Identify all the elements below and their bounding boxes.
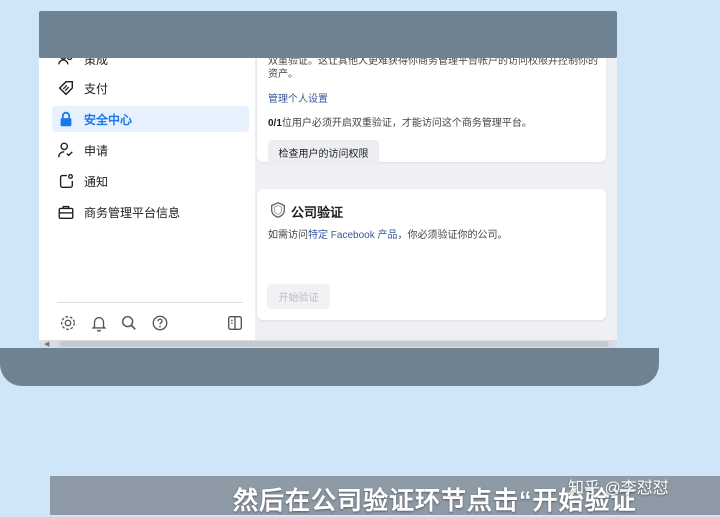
briefcase-icon: [56, 202, 76, 222]
sidebar-item-security[interactable]: 安全中心: [52, 106, 249, 132]
tag-icon: [56, 78, 76, 98]
sidebar-item-requests[interactable]: 申请: [52, 137, 249, 163]
laptop-base: [0, 348, 659, 386]
search-icon[interactable]: [120, 314, 138, 332]
company-verification-title: 公司验证: [291, 205, 344, 220]
sidebar-item-0[interactable]: 策成: [52, 58, 249, 72]
notification-icon: [56, 171, 76, 191]
facebook-products-link[interactable]: 特定 Facebook 产品: [308, 230, 397, 241]
desc-prefix: 如需访问: [268, 230, 308, 241]
users-icon: [56, 58, 76, 69]
scroll-left-arrow-icon[interactable]: ◀: [44, 340, 49, 348]
start-verification-button[interactable]: 开始验证: [267, 284, 330, 309]
person-check-icon: [56, 140, 76, 160]
sidebar-item-label: 通知: [84, 174, 109, 189]
two-factor-status: 0/1位用户必须开启双重验证，才能访问这个商务管理平台。: [268, 117, 532, 130]
desc-suffix: ，你必须验证你的公司。: [397, 230, 508, 241]
check-user-access-button[interactable]: 检查用户的访问权限: [268, 140, 379, 165]
company-verification-desc: 如需访问特定 Facebook 产品，你必须验证你的公司。: [268, 229, 507, 242]
settings-icon[interactable]: [59, 314, 77, 332]
horizontal-scrollbar[interactable]: ◀: [39, 340, 617, 348]
lock-icon: [56, 109, 76, 129]
sidebar-item-label: 申请: [84, 143, 109, 158]
two-factor-count: 0/1: [268, 118, 282, 129]
bell-icon[interactable]: [90, 314, 108, 332]
watermark: 知乎 @李怼怼: [568, 480, 669, 497]
sidebar-bottom-toolbar: [57, 314, 243, 334]
screen: 策成 支付 安全中心 申请 通知 商务管理平台信息 双重验证。这让其他人更难获得…: [39, 58, 617, 348]
help-icon[interactable]: [151, 314, 169, 332]
sidebar-item-notifications[interactable]: 通知: [52, 168, 249, 194]
company-verification-card: 公司验证 如需访问特定 Facebook 产品，你必须验证你的公司。 开始验证: [257, 189, 606, 320]
sidebar-item-label: 支付: [84, 81, 109, 96]
manage-personal-settings-link[interactable]: 管理个人设置: [268, 90, 328, 105]
sidebar-item-payment[interactable]: 支付: [52, 75, 249, 101]
sidebar: 策成 支付 安全中心 申请 通知 商务管理平台信息: [39, 58, 255, 348]
two-factor-desc-line1: 双重验证。这让其他人更难获得你商务管理平台帐户的访问权限并控制你的: [268, 58, 598, 67]
laptop-top-bezel: [39, 11, 617, 58]
sidebar-divider: [57, 302, 243, 303]
sidebar-item-business-info[interactable]: 商务管理平台信息: [52, 199, 249, 225]
sidebar-item-label: 策成: [84, 58, 109, 67]
panel-toggle-icon[interactable]: [226, 314, 244, 332]
scrollbar-thumb[interactable]: [59, 341, 609, 347]
sidebar-item-label: 商务管理平台信息: [84, 205, 181, 220]
two-factor-card: 双重验证。这让其他人更难获得你商务管理平台帐户的访问权限并控制你的 资产。 管理…: [257, 58, 606, 165]
shield-icon: [269, 201, 287, 219]
two-factor-status-text: 位用户必须开启双重验证，才能访问这个商务管理平台。: [281, 118, 532, 129]
two-factor-desc-line2: 资产。: [268, 69, 298, 80]
sidebar-item-label: 安全中心: [84, 112, 133, 127]
